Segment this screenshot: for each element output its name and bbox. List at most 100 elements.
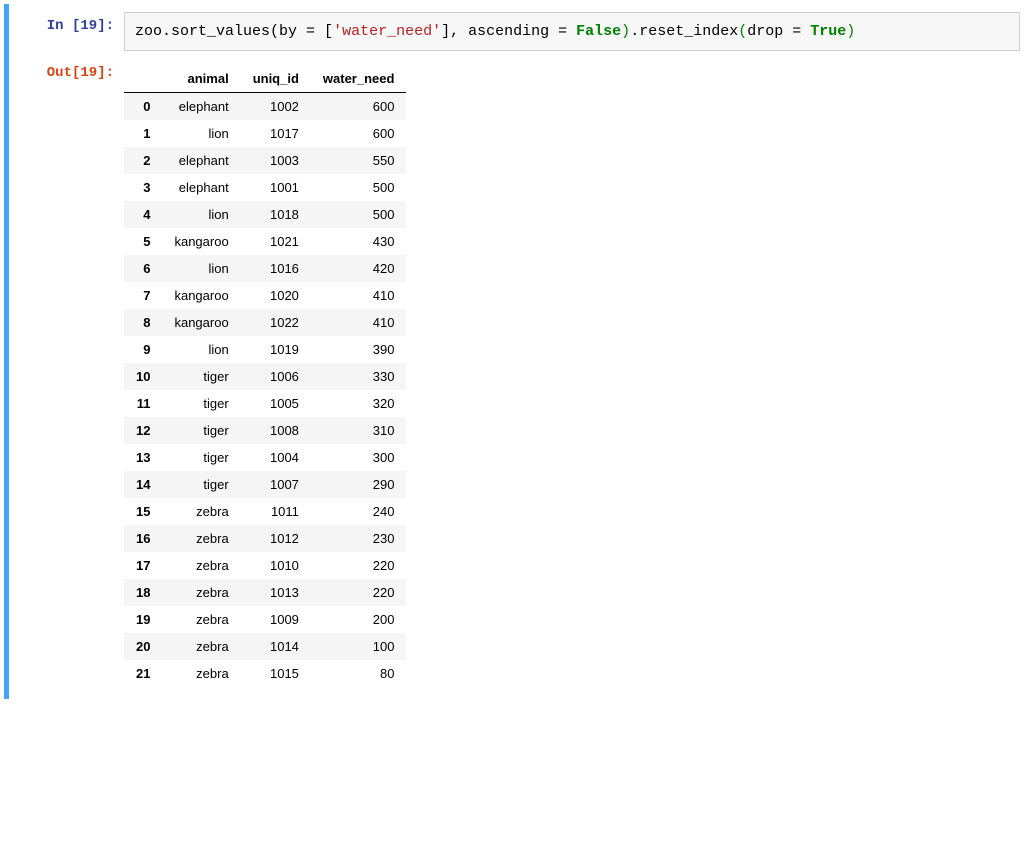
table-row: 3elephant1001500 [124, 174, 406, 201]
code-token: ) [621, 23, 630, 40]
output-row: Out[19]: animal uniq_id water_need 0elep… [9, 59, 1020, 687]
table-row: 18zebra1013220 [124, 579, 406, 606]
table-row: 5kangaroo1021430 [124, 228, 406, 255]
cell-uniq_id: 1017 [241, 120, 311, 147]
table-row: 10tiger1006330 [124, 363, 406, 390]
cell-water_need: 330 [311, 363, 407, 390]
cell-uniq_id: 1010 [241, 552, 311, 579]
row-index: 9 [124, 336, 162, 363]
table-row: 19zebra1009200 [124, 606, 406, 633]
table-row: 20zebra1014100 [124, 633, 406, 660]
cell-animal: lion [162, 255, 240, 282]
cell-water_need: 80 [311, 660, 407, 687]
cell-uniq_id: 1003 [241, 147, 311, 174]
table-row: 11tiger1005320 [124, 390, 406, 417]
table-row: 0elephant1002600 [124, 93, 406, 121]
cell-water_need: 220 [311, 552, 407, 579]
cell-uniq_id: 1011 [241, 498, 311, 525]
input-row: In [19]: zoo.sort_values(by = ['water_ne… [9, 12, 1020, 51]
code-token [801, 23, 810, 40]
code-token [567, 23, 576, 40]
cell-water_need: 430 [311, 228, 407, 255]
cell-water_need: 600 [311, 120, 407, 147]
cell-water_need: 600 [311, 93, 407, 121]
cell-uniq_id: 1005 [241, 390, 311, 417]
cell-water_need: 300 [311, 444, 407, 471]
cell-uniq_id: 1013 [241, 579, 311, 606]
dataframe-table: animal uniq_id water_need 0elephant10026… [124, 65, 406, 687]
cell-uniq_id: 1004 [241, 444, 311, 471]
code-token: = [558, 23, 567, 40]
cell-animal: zebra [162, 633, 240, 660]
cell-uniq_id: 1022 [241, 309, 311, 336]
row-index: 21 [124, 660, 162, 687]
code-token: = [792, 23, 801, 40]
cell-water_need: 410 [311, 309, 407, 336]
cell-animal: tiger [162, 417, 240, 444]
table-row: 8kangaroo1022410 [124, 309, 406, 336]
cell-water_need: 320 [311, 390, 407, 417]
in-exec-count: 19 [80, 18, 97, 34]
cell-water_need: 410 [311, 282, 407, 309]
cell-animal: lion [162, 336, 240, 363]
row-index: 11 [124, 390, 162, 417]
row-index: 17 [124, 552, 162, 579]
cell-water_need: 290 [311, 471, 407, 498]
code-token: ], ascending [441, 23, 558, 40]
code-token: False [576, 23, 621, 40]
cell-uniq_id: 1009 [241, 606, 311, 633]
cell-uniq_id: 1014 [241, 633, 311, 660]
in-prefix: In [ [47, 18, 81, 34]
cell-water_need: 550 [311, 147, 407, 174]
cell-uniq_id: 1002 [241, 93, 311, 121]
cell-animal: elephant [162, 93, 240, 121]
row-index: 8 [124, 309, 162, 336]
table-row: 6lion1016420 [124, 255, 406, 282]
row-index: 0 [124, 93, 162, 121]
cell-animal: elephant [162, 174, 240, 201]
cell-uniq_id: 1018 [241, 201, 311, 228]
table-row: 9lion1019390 [124, 336, 406, 363]
output-prompt: Out[19]: [9, 59, 124, 81]
code-input[interactable]: zoo.sort_values(by = ['water_need'], asc… [124, 12, 1020, 51]
cell-animal: tiger [162, 363, 240, 390]
table-row: 1lion1017600 [124, 120, 406, 147]
cell-uniq_id: 1015 [241, 660, 311, 687]
cell-animal: zebra [162, 552, 240, 579]
out-exec-count: 19 [80, 65, 97, 81]
row-index: 16 [124, 525, 162, 552]
code-token: ( [738, 23, 747, 40]
cell-water_need: 220 [311, 579, 407, 606]
code-token: [ [315, 23, 333, 40]
code-token: drop [747, 23, 792, 40]
out-suffix: ]: [97, 65, 114, 81]
cell-uniq_id: 1007 [241, 471, 311, 498]
row-index: 15 [124, 498, 162, 525]
input-prompt: In [19]: [9, 12, 124, 34]
cell-water_need: 500 [311, 174, 407, 201]
table-row: 13tiger1004300 [124, 444, 406, 471]
table-row: 14tiger1007290 [124, 471, 406, 498]
table-row: 21zebra101580 [124, 660, 406, 687]
row-index: 5 [124, 228, 162, 255]
cell-animal: zebra [162, 498, 240, 525]
cell-animal: zebra [162, 579, 240, 606]
code-token: .reset_index [630, 23, 738, 40]
cell-animal: zebra [162, 525, 240, 552]
code-token: 'water_need' [333, 23, 441, 40]
cell-animal: kangaroo [162, 309, 240, 336]
cell-uniq_id: 1012 [241, 525, 311, 552]
row-index: 13 [124, 444, 162, 471]
table-row: 7kangaroo1020410 [124, 282, 406, 309]
cell-animal: zebra [162, 606, 240, 633]
notebook-cell: In [19]: zoo.sort_values(by = ['water_ne… [4, 4, 1020, 699]
row-index: 3 [124, 174, 162, 201]
cell-animal: lion [162, 120, 240, 147]
row-index: 18 [124, 579, 162, 606]
cell-water_need: 310 [311, 417, 407, 444]
row-index: 19 [124, 606, 162, 633]
row-index: 6 [124, 255, 162, 282]
out-prefix: Out[ [47, 65, 81, 81]
table-row: 15zebra1011240 [124, 498, 406, 525]
row-index: 2 [124, 147, 162, 174]
